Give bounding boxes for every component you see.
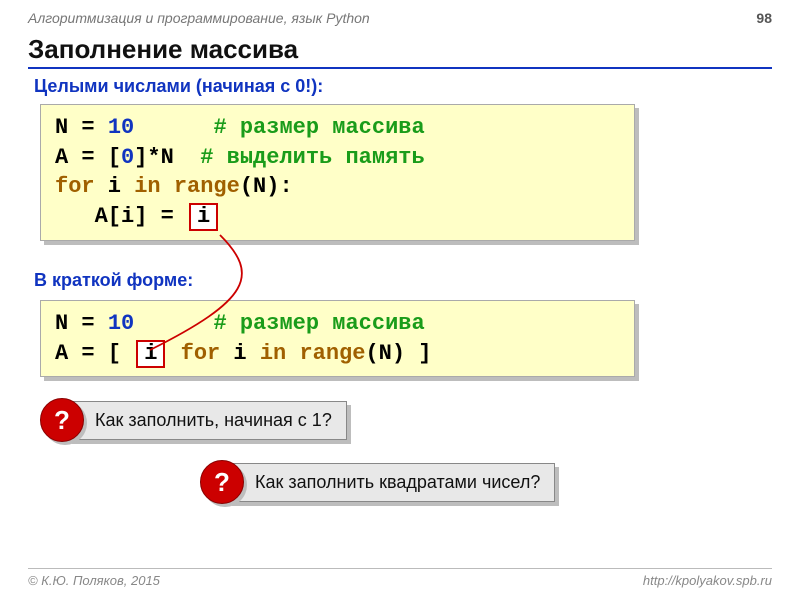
code-text: N =	[55, 311, 108, 336]
code-text: i	[95, 174, 135, 199]
question-mark-icon: ?	[200, 460, 244, 504]
chip-i-bottom: i	[136, 340, 165, 368]
code-text: i	[220, 341, 260, 366]
code-comment: # размер массива	[213, 311, 424, 336]
code-text	[286, 341, 299, 366]
code-number: 0	[121, 145, 134, 170]
code-text: (N) ]	[365, 341, 431, 366]
code-text: ]*N	[134, 145, 200, 170]
slide-title: Заполнение массива	[28, 34, 772, 69]
code-number: 10	[108, 311, 134, 336]
code-builtin: range	[174, 174, 240, 199]
code-text	[167, 341, 180, 366]
footer-author: © К.Ю. Поляков, 2015	[28, 573, 160, 588]
header-bar: Алгоритмизация и программирование, язык …	[28, 10, 772, 26]
code-text	[134, 311, 213, 336]
code-text	[134, 115, 213, 140]
footer-url: http://kpolyakov.spb.ru	[643, 573, 772, 588]
code-number: 10	[108, 115, 134, 140]
question-mark-icon: ?	[40, 398, 84, 442]
code-comment: # выделить память	[200, 145, 424, 170]
subtitle-short-form: В краткой форме:	[34, 270, 193, 291]
code-text: (N):	[240, 174, 293, 199]
code-comment: # размер массива	[213, 115, 424, 140]
footer: © К.Ю. Поляков, 2015 http://kpolyakov.sp…	[28, 568, 772, 588]
question-text-2: Как заполнить квадратами чисел?	[228, 463, 555, 502]
code-text: A[i] =	[55, 204, 187, 229]
code-text: A = [	[55, 145, 121, 170]
code-keyword: in	[134, 174, 160, 199]
code-keyword: in	[260, 341, 286, 366]
code-builtin: range	[299, 341, 365, 366]
code-keyword: for	[181, 341, 221, 366]
code-text: N =	[55, 115, 108, 140]
code-text	[161, 174, 174, 199]
code-keyword: for	[55, 174, 95, 199]
code-block-full: N = 10 # размер массива A = [0]*N # выде…	[40, 104, 635, 241]
question-row-2: ? Как заполнить квадратами чисел?	[200, 460, 555, 504]
question-row-1: ? Как заполнить, начиная с 1?	[40, 398, 347, 442]
question-text-1: Как заполнить, начиная с 1?	[68, 401, 347, 440]
course-name: Алгоритмизация и программирование, язык …	[28, 10, 370, 26]
subtitle-integers: Целыми числами (начиная с 0!):	[34, 76, 323, 97]
code-text: A = [	[55, 341, 134, 366]
code-block-short: N = 10 # размер массива A = [ i for i in…	[40, 300, 635, 377]
chip-i-top: i	[189, 203, 218, 231]
page-number: 98	[756, 10, 772, 26]
